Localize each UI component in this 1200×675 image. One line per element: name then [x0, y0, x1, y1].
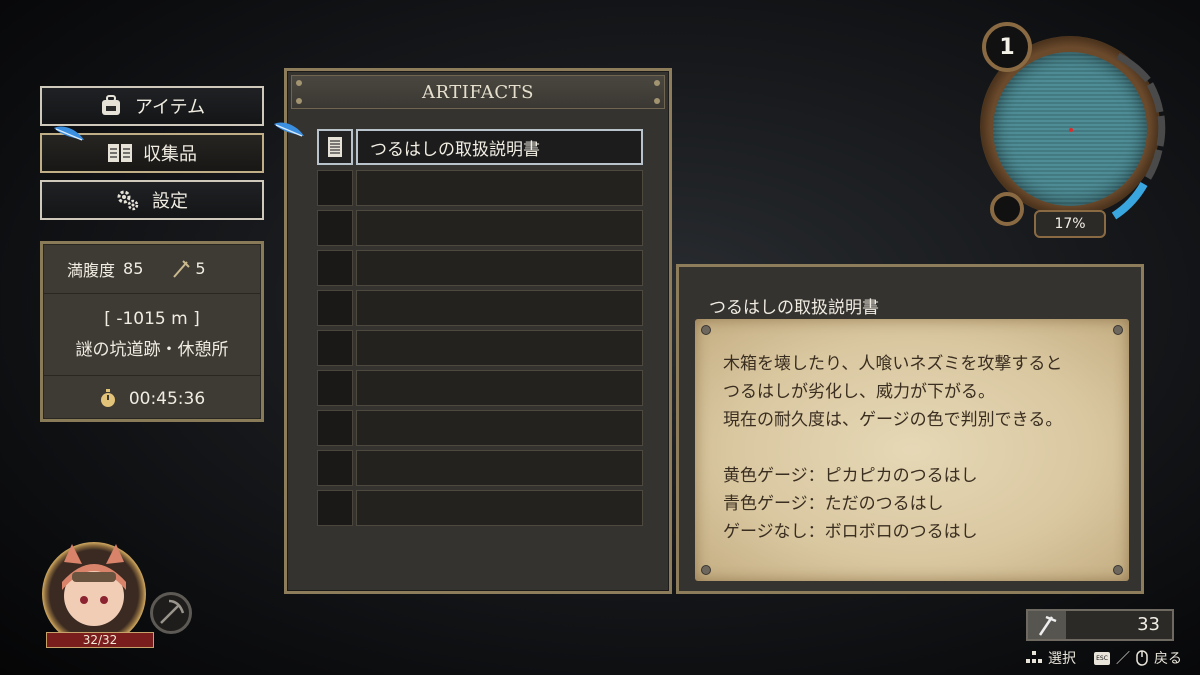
backpack-icon — [99, 95, 123, 117]
menu-item-settings[interactable]: 設定 — [40, 180, 264, 220]
empty-slot-icon — [317, 250, 353, 286]
menu-item-label: 収集品 — [143, 144, 197, 165]
hunger-value: 85 — [123, 259, 144, 278]
description-line: つるはしが劣化し、威力が下がる。 — [723, 382, 995, 402]
description-line: 黄色ゲージ：ピカピカのつるはし — [723, 466, 978, 486]
hint-back: 戻る — [1154, 651, 1182, 667]
artifact-slot-label — [356, 330, 643, 366]
quill-cursor-icon — [54, 126, 84, 141]
empty-slot-icon — [317, 170, 353, 206]
pickaxe-stock-icon — [1028, 611, 1066, 639]
menu-item-items[interactable]: アイテム — [40, 86, 264, 126]
document-icon — [317, 129, 353, 165]
mouse-icon — [1136, 650, 1148, 666]
floor-number: 1 — [982, 22, 1032, 72]
artifacts-header: ARTIFACTS — [291, 75, 665, 109]
artifact-slot-label — [356, 250, 643, 286]
gears-icon — [116, 189, 140, 211]
character-face-icon — [62, 544, 126, 626]
empty-slot-icon — [317, 450, 353, 486]
description-line: 木箱を壊したり、人喰いネズミを攻撃すると — [723, 354, 1063, 374]
empty-slot-icon — [317, 290, 353, 326]
artifact-slot-label — [356, 170, 643, 206]
description-panel: つるはしの取扱説明書 木箱を壊したり、人喰いネズミを攻撃すると つるはしが劣化し… — [676, 264, 1144, 594]
status-row-location: [ -1015 m ] 謎の坑道跡・休憩所 — [43, 294, 261, 376]
book-icon — [107, 142, 132, 164]
menu-item-label: アイテム — [134, 97, 206, 118]
equipped-pickaxe-button[interactable] — [150, 592, 192, 634]
hint-separator: ／ — [1116, 651, 1130, 667]
pickaxe-stock-count: 33 — [1137, 614, 1160, 635]
status-row-time: 00:45:36 — [43, 376, 261, 422]
artifacts-panel: ARTIFACTS つるはしの取扱説明書 — [284, 68, 672, 594]
empty-slot-icon — [317, 370, 353, 406]
player-marker-icon — [1069, 128, 1073, 132]
depth-readout: [ -1015 m ] — [104, 309, 200, 329]
artifact-slot-label — [356, 290, 643, 326]
menu-item-label: 設定 — [152, 191, 188, 212]
artifact-slot-label — [356, 490, 643, 526]
stopwatch-icon — [100, 389, 115, 407]
description-line: ゲージなし：ボロボロのつるはし — [723, 522, 978, 542]
status-row-hunger: 満腹度 85 5 — [43, 244, 261, 294]
description-title: つるはしの取扱説明書 — [709, 298, 879, 318]
empty-slot-icon — [317, 410, 353, 446]
pickaxe-stock-box: 33 — [1026, 609, 1174, 641]
artifact-slot-label — [356, 450, 643, 486]
pickaxe-count: 5 — [195, 259, 206, 278]
character-portrait — [42, 542, 146, 646]
description-line: 青色ゲージ：ただのつるはし — [723, 494, 944, 514]
empty-slot-icon — [317, 330, 353, 366]
pickaxe-icon — [160, 599, 185, 624]
artifact-slot-label — [356, 370, 643, 406]
hp-bar: 32/32 — [46, 632, 154, 648]
empty-slot-icon — [317, 490, 353, 526]
dpad-icon — [1026, 651, 1042, 663]
location-name: 謎の坑道跡・休憩所 — [75, 340, 229, 360]
compass-knob-icon — [990, 192, 1024, 226]
play-time: 00:45:36 — [128, 389, 206, 409]
status-panel: 満腹度 85 5 [ -1015 m ] 謎の坑道跡・休憩所 00:45:36 — [40, 241, 264, 422]
hint-select: 選択 — [1048, 651, 1076, 667]
description-line: 現在の耐久度は、ゲージの色で判別できる。 — [723, 410, 1063, 430]
explored-percent: 17% — [1034, 210, 1106, 238]
pickaxe-small-icon — [173, 259, 191, 278]
button-hints: 選択 ESC ／ 戻る — [1026, 648, 1182, 668]
hunger-label: 満腹度 — [67, 260, 116, 280]
artifacts-title: ARTIFACTS — [422, 81, 534, 103]
empty-slot-icon — [317, 210, 353, 246]
artifact-slot-label — [356, 410, 643, 446]
description-parchment: 木箱を壊したり、人喰いネズミを攻撃すると つるはしが劣化し、威力が下がる。 現在… — [695, 319, 1129, 581]
esc-key-icon: ESC — [1094, 651, 1110, 665]
quill-cursor-icon — [274, 122, 304, 137]
minimap[interactable] — [993, 52, 1147, 206]
artifact-slot-label — [356, 210, 643, 246]
artifact-slot-label: つるはしの取扱説明書 — [356, 129, 643, 165]
